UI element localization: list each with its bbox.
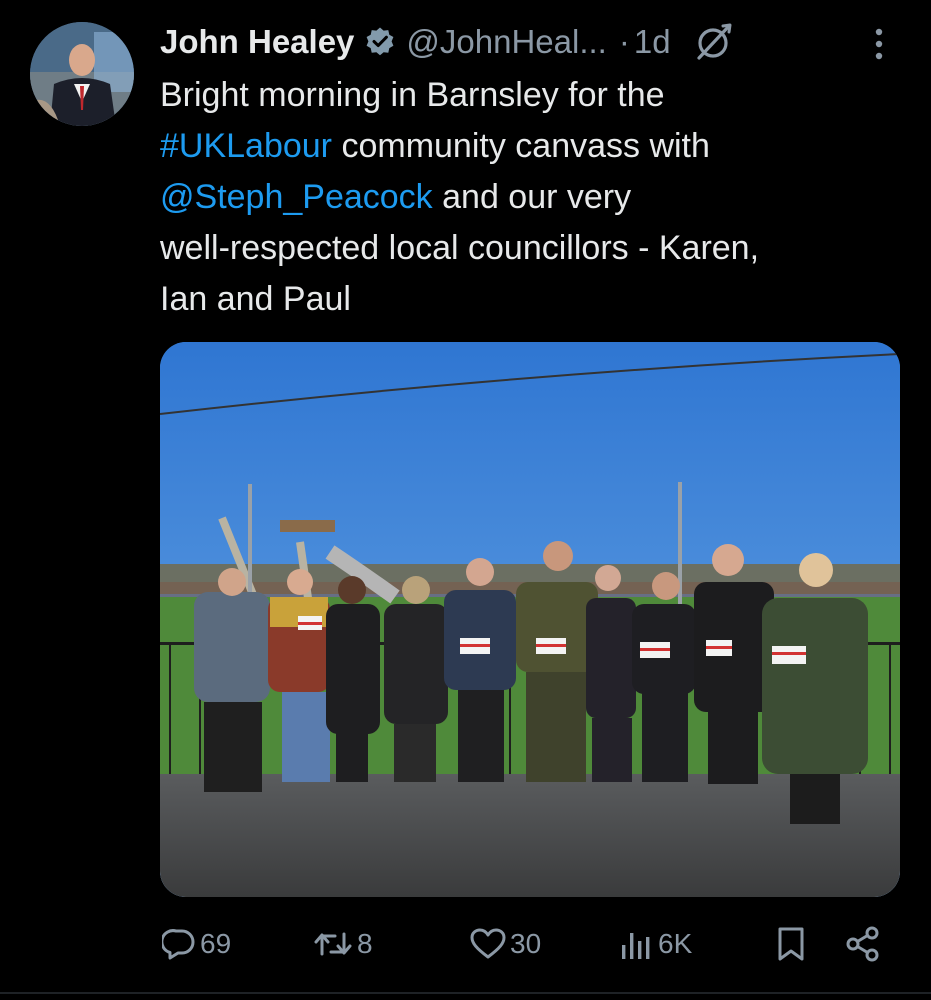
avatar[interactable] bbox=[30, 22, 134, 126]
tweet-text-segment: community canvass with bbox=[332, 127, 710, 165]
group-photo-image bbox=[160, 342, 900, 897]
avatar-image bbox=[30, 22, 134, 126]
verified-badge-icon[interactable] bbox=[364, 26, 396, 58]
tweet[interactable]: John Healey @JohnHeal... · 1d Bright mor… bbox=[0, 0, 931, 1000]
tweet-text-line: well-respected local councillors - Karen… bbox=[160, 223, 900, 274]
author-handle[interactable]: @JohnHeal... bbox=[406, 23, 606, 61]
tweet-text-line: Ian and Paul bbox=[160, 274, 900, 325]
tweet-header: John Healey @JohnHeal... · 1d bbox=[160, 18, 733, 66]
display-name[interactable]: John Healey bbox=[160, 23, 354, 61]
tweet-text-segment: well-respected local councillors - Karen… bbox=[160, 229, 760, 267]
views-button[interactable]: 6K bbox=[620, 918, 692, 970]
bookmark-button[interactable] bbox=[776, 918, 806, 970]
grok-icon[interactable] bbox=[693, 22, 733, 62]
repost-count: 8 bbox=[357, 928, 373, 959]
tweet-text-segment: and our very bbox=[432, 178, 632, 216]
timestamp[interactable]: 1d bbox=[634, 23, 671, 61]
tweet-text-segment: Bright morning in Barnsley for the bbox=[160, 76, 665, 114]
tweet-photo[interactable] bbox=[160, 342, 900, 897]
bookmark-icon bbox=[778, 927, 804, 961]
views-icon bbox=[622, 933, 650, 959]
tweet-text-line: #UKLabour community canvass with bbox=[160, 121, 900, 172]
mention-link[interactable]: @Steph_Peacock bbox=[160, 178, 433, 216]
tweet-text: Bright morning in Barnsley for the #UKLa… bbox=[160, 70, 900, 325]
separator-dot: · bbox=[618, 23, 630, 60]
like-button[interactable]: 30 bbox=[470, 918, 541, 970]
hashtag-link[interactable]: #UKLabour bbox=[160, 127, 332, 165]
tweet-text-line: @Steph_Peacock and our very bbox=[160, 172, 900, 223]
tweet-text-segment: Ian and Paul bbox=[160, 280, 351, 318]
share-icon bbox=[846, 926, 879, 962]
divider bbox=[0, 992, 931, 994]
action-bar: 69 8 30 6K bbox=[0, 918, 931, 970]
repost-button[interactable]: 8 bbox=[313, 918, 373, 970]
reply-button[interactable]: 69 bbox=[162, 918, 231, 970]
views-count: 6K bbox=[658, 928, 693, 959]
like-icon bbox=[470, 928, 506, 959]
share-button[interactable] bbox=[846, 918, 880, 970]
retweet-icon bbox=[314, 932, 352, 956]
tweet-text-line: Bright morning in Barnsley for the bbox=[160, 70, 900, 121]
reply-count: 69 bbox=[200, 928, 232, 959]
reply-icon bbox=[162, 929, 195, 960]
more-options-icon[interactable] bbox=[866, 26, 892, 62]
like-count: 30 bbox=[510, 928, 542, 959]
